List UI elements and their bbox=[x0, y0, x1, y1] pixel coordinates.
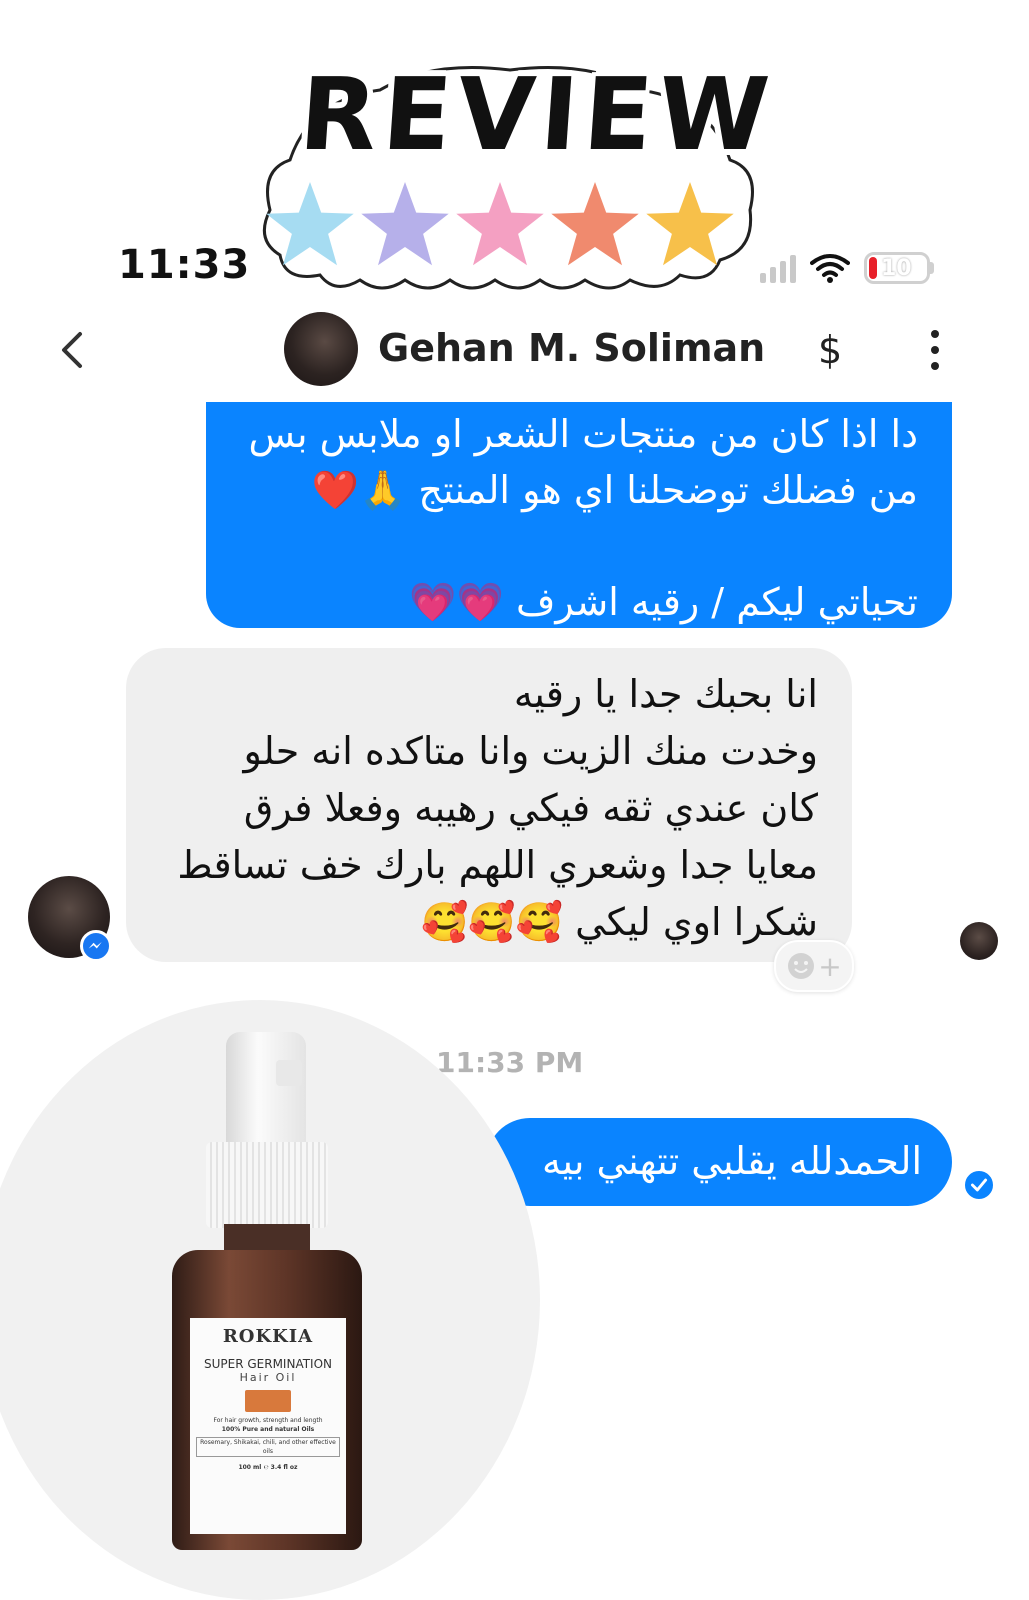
product-ingredients: Rosemary, Shikakai, chili, and other eff… bbox=[196, 1437, 340, 1457]
message-text: الحمدلله يقلبي تتهني بيه bbox=[542, 1139, 922, 1183]
product-name: SUPER GERMINATION bbox=[203, 1357, 333, 1371]
message-line: كان عندي ثقه فيكي رهيبه وفعلا فرق bbox=[243, 786, 818, 830]
product-claim: 100% Pure and natural Oils bbox=[221, 1426, 315, 1433]
back-chevron-icon[interactable] bbox=[52, 328, 92, 372]
add-reaction-button[interactable]: + bbox=[774, 940, 854, 992]
product-type: Hair Oil bbox=[239, 1371, 297, 1384]
message-line bbox=[240, 518, 918, 574]
contact-avatar[interactable] bbox=[284, 312, 358, 386]
message-line: انا بحبك جدا يا رقيه bbox=[513, 672, 818, 716]
wifi-icon bbox=[810, 254, 850, 283]
bottle-collar bbox=[206, 1142, 328, 1228]
read-receipt-avatar bbox=[960, 922, 998, 960]
smiley-icon bbox=[788, 953, 815, 979]
message-line: شكرا اوي ليكي 🥰🥰🥰 bbox=[421, 900, 818, 944]
product-claim: For hair growth, strength and length bbox=[213, 1417, 323, 1424]
status-icons: 10 bbox=[760, 252, 934, 284]
incoming-message-bubble[interactable]: انا بحبك جدا يا رقيه وخدت منك الزيت وانا… bbox=[126, 648, 852, 962]
sent-check-icon bbox=[962, 1168, 996, 1202]
product-label: ROKKIA SUPER GERMINATION Hair Oil For ha… bbox=[190, 1318, 346, 1534]
message-line: وخدت منك الزيت وانا متاكده انه حلو bbox=[243, 729, 819, 773]
spray-nozzle bbox=[276, 1060, 302, 1086]
message-line: من فضلك توضحلنا اي هو المنتج 🙏❤️ bbox=[311, 468, 918, 512]
battery-icon: 10 bbox=[864, 252, 934, 284]
battery-level: 10 bbox=[881, 255, 912, 281]
outgoing-message-bubble[interactable]: الحمدلله يقلبي تتهني بيه bbox=[486, 1118, 952, 1206]
product-volume: 100 ml ℮ 3.4 fl oz bbox=[238, 1464, 298, 1471]
status-time: 11:33 bbox=[118, 242, 251, 288]
review-title: REVIEW bbox=[295, 56, 779, 173]
reaction-plus: + bbox=[818, 949, 842, 983]
payment-icon[interactable]: $ bbox=[818, 328, 842, 372]
outgoing-message-bubble[interactable]: دا اذا كان من منتجات الشعر او ملابس بس م… bbox=[206, 402, 952, 628]
messenger-icon bbox=[80, 930, 112, 962]
product-brand: ROKKIA bbox=[222, 1326, 314, 1347]
hair-follicle-graphic bbox=[245, 1390, 291, 1412]
message-line: دا اذا كان من منتجات الشعر او ملابس بس bbox=[248, 412, 919, 456]
message-timestamp: 11:33 PM bbox=[436, 1046, 584, 1079]
message-line: معايا جدا وشعري اللهم بارك خف تساقط bbox=[177, 843, 818, 887]
message-line: تحياتي ليكم / رقيه اشرف 💗💗 bbox=[409, 580, 918, 624]
contact-name[interactable]: Gehan M. Soliman bbox=[378, 326, 765, 370]
more-options-icon[interactable] bbox=[928, 330, 942, 370]
